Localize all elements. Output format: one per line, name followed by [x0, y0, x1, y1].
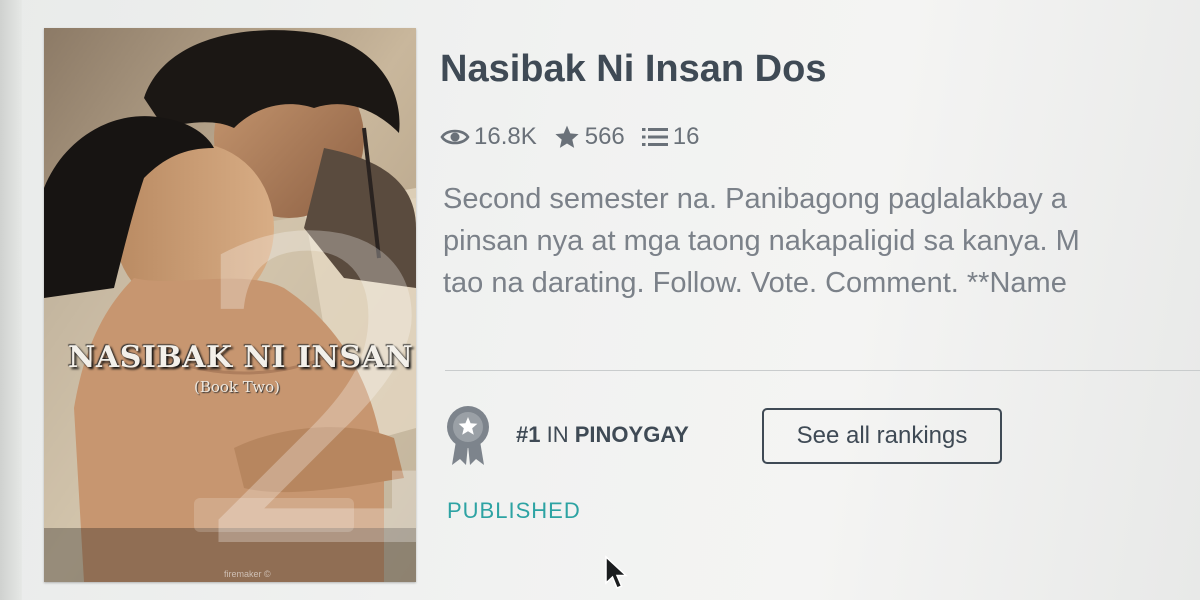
star-icon: [555, 125, 579, 148]
story-description: Second semester na. Panibagong paglalakb…: [443, 178, 1200, 304]
ranking-text: #1 IN PINOYGAY: [516, 422, 689, 448]
reads-count: 16.8K: [474, 123, 537, 150]
reads-stat: 16.8K: [440, 123, 537, 151]
story-stats: 16.8K 566 16: [440, 120, 715, 154]
book-cover[interactable]: 2 NASIBAK NI INSAN (Book Two) firemaker …: [44, 28, 416, 582]
ribbon-badge-icon: [447, 406, 489, 465]
list-icon: [641, 128, 668, 146]
see-all-rankings-button[interactable]: See all rankings: [762, 408, 1002, 464]
votes-count: 566: [584, 123, 625, 150]
ranking-position: #1: [516, 422, 541, 447]
cover-credit-text: firemaker ©: [224, 569, 271, 579]
eye-icon: [440, 129, 470, 145]
ranking-in-label: IN: [546, 422, 569, 447]
mouse-pointer-icon: [605, 555, 628, 589]
votes-stat: 566: [553, 123, 625, 151]
ranking-tag: PINOYGAY: [574, 422, 689, 447]
story-page: 2 NASIBAK NI INSAN (Book Two) firemaker …: [0, 0, 1200, 600]
story-title: Nasibak Ni Insan Dos: [440, 48, 827, 90]
cover-title-text: NASIBAK NI INSAN: [68, 340, 414, 375]
cover-subtitle-text: (Book Two): [194, 378, 280, 396]
parts-stat: 16: [641, 123, 700, 151]
description-line: tao na darating. Follow. Vote. Comment. …: [443, 267, 1067, 299]
parts-count: 16: [672, 123, 700, 150]
publication-status: PUBLISHED: [447, 498, 581, 523]
ranking-info[interactable]: #1 IN PINOYGAY: [442, 403, 689, 467]
section-divider: [445, 370, 1200, 371]
description-line: pinsan nya at mga taong nakapaligid sa k…: [443, 225, 1080, 257]
description-line: Second semester na. Panibagong paglalakb…: [443, 183, 1067, 215]
screen-bezel-edge: [0, 0, 22, 600]
